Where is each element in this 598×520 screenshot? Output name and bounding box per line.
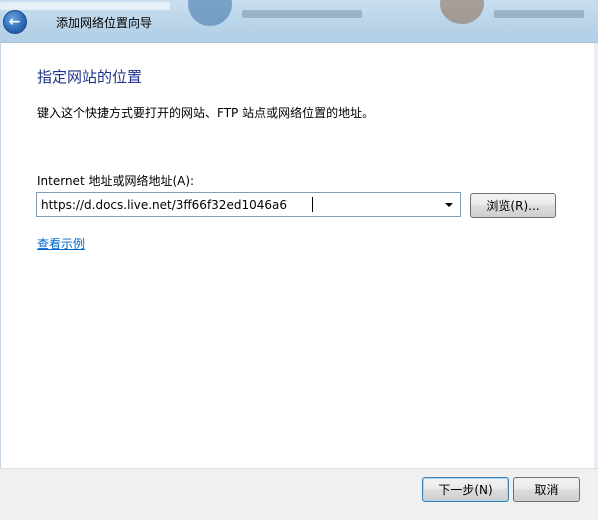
glass-decoration <box>440 0 484 24</box>
view-examples-link[interactable]: 查看示例 <box>37 235 85 252</box>
back-arrow-icon: ← <box>8 13 21 30</box>
glass-decoration <box>0 2 170 10</box>
glass-decoration <box>242 10 362 18</box>
instruction-text: 键入这个快捷方式要打开的网站、FTP 站点或网络位置的地址。 <box>37 106 375 120</box>
glass-decoration <box>188 0 232 26</box>
cancel-button[interactable]: 取消 <box>513 477 580 502</box>
chevron-down-icon <box>445 202 453 207</box>
next-button[interactable]: 下一步(N) <box>422 477 509 502</box>
window-title: 添加网络位置向导 <box>56 16 153 30</box>
address-label: Internet 地址或网络地址(A): <box>37 174 195 188</box>
address-dropdown-button[interactable] <box>442 193 456 216</box>
browse-button[interactable]: 浏览(R)... <box>470 193 556 218</box>
frame-edge <box>594 43 598 468</box>
page-heading: 指定网站的位置 <box>37 68 143 86</box>
address-combobox[interactable] <box>36 192 461 217</box>
glass-decoration <box>494 10 584 18</box>
add-network-location-wizard: ← 添加网络位置向导 指定网站的位置 键入这个快捷方式要打开的网站、FTP 站点… <box>0 0 598 520</box>
title-bar: ← 添加网络位置向导 <box>0 0 598 43</box>
address-input[interactable] <box>41 193 436 216</box>
text-cursor <box>312 197 313 212</box>
back-button[interactable]: ← <box>3 10 27 34</box>
